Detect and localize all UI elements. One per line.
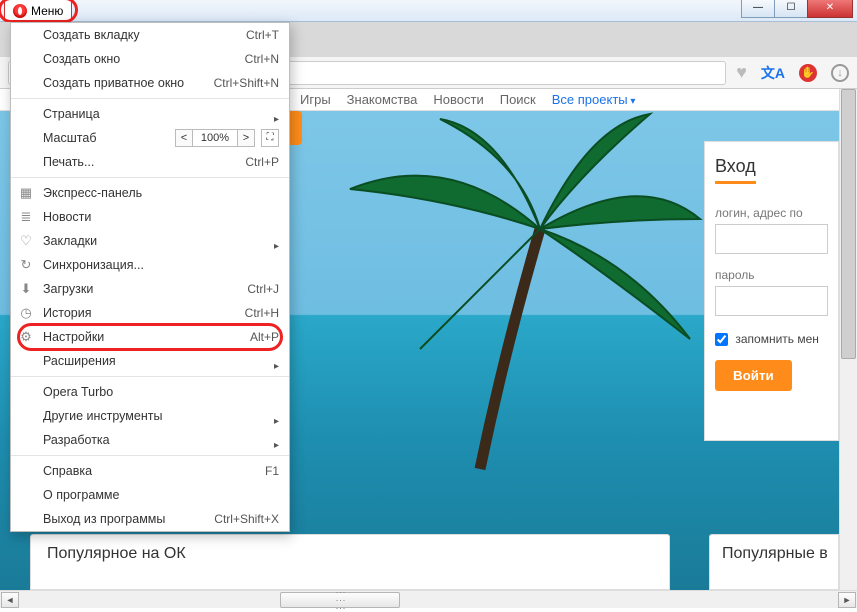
login-submit-button[interactable]: Войти (715, 360, 792, 391)
zoom-fullscreen-button[interactable]: ⛶ (261, 129, 279, 147)
scroll-right-button[interactable]: ► (838, 592, 856, 608)
scroll-left-button[interactable]: ◄ (1, 592, 19, 608)
menu-item-settings[interactable]: ⚙НастройкиAlt+P (11, 325, 289, 349)
remember-checkbox[interactable] (715, 333, 728, 346)
downloads-icon[interactable]: ↓ (831, 64, 849, 82)
menu-item-other-tools[interactable]: Другие инструменты (11, 404, 289, 428)
window-maximize-button[interactable]: ☐ (774, 0, 808, 18)
zoom-value: 100% (193, 129, 237, 147)
horizontal-scroll-thumb[interactable] (280, 592, 400, 608)
remember-label: запомнить мен (735, 332, 819, 346)
menu-item-zoom: Масштаб < 100% > ⛶ (11, 126, 289, 150)
popular-card-2: Популярные в (709, 534, 839, 590)
zoom-in-button[interactable]: > (237, 129, 255, 147)
menu-item-page[interactable]: Страница (11, 102, 289, 126)
window-titlebar: — ☐ ✕ ⛉ (0, 0, 857, 22)
opera-menu-label: Меню (31, 4, 63, 18)
gear-icon: ⚙ (18, 329, 34, 345)
opera-logo-icon (13, 4, 27, 18)
login-input[interactable] (715, 224, 828, 254)
nav-dating[interactable]: Знакомства (347, 92, 418, 107)
menu-item-exit[interactable]: Выход из программыCtrl+Shift+X (11, 507, 289, 531)
login-field-label: логин, адрес по (715, 206, 828, 220)
menu-item-new-tab[interactable]: Создать вкладкуCtrl+T (11, 23, 289, 47)
palm-tree-illustration (330, 109, 710, 489)
popular-card: Популярное на ОК (30, 534, 670, 590)
popular-title: Популярное на ОК (47, 545, 653, 563)
history-icon: ◷ (18, 305, 34, 321)
sync-icon: ↻ (18, 257, 34, 273)
vertical-scrollbar[interactable] (839, 89, 857, 590)
menu-item-about[interactable]: О программе (11, 483, 289, 507)
translate-icon[interactable]: 文A (761, 63, 785, 83)
menu-item-developer[interactable]: Разработка (11, 428, 289, 452)
menu-item-turbo[interactable]: Opera Turbo (11, 380, 289, 404)
window-close-button[interactable]: ✕ (807, 0, 853, 18)
password-field-label: пароль (715, 268, 828, 282)
vertical-scroll-thumb[interactable] (841, 89, 856, 359)
opera-main-menu: Создать вкладкуCtrl+T Создать окноCtrl+N… (10, 22, 290, 532)
menu-item-history[interactable]: ◷ИсторияCtrl+H (11, 301, 289, 325)
nav-search[interactable]: Поиск (500, 92, 536, 107)
nav-games[interactable]: Игры (300, 92, 331, 107)
menu-item-new-window[interactable]: Создать окноCtrl+N (11, 47, 289, 71)
horizontal-scrollbar[interactable]: ◄ ► (0, 590, 857, 608)
adblock-icon[interactable]: ✋ (799, 64, 817, 82)
menu-item-help[interactable]: СправкаF1 (11, 459, 289, 483)
login-title: Вход (715, 156, 756, 184)
menu-item-new-private-window[interactable]: Создать приватное окноCtrl+Shift+N (11, 71, 289, 95)
download-icon: ⬇ (18, 281, 34, 297)
menu-item-downloads[interactable]: ⬇ЗагрузкиCtrl+J (11, 277, 289, 301)
menu-item-bookmarks[interactable]: ♡Закладки (11, 229, 289, 253)
nav-all-projects[interactable]: Все проекты (552, 92, 636, 107)
menu-item-extensions[interactable]: Расширения (11, 349, 289, 373)
login-card: Вход логин, адрес по пароль запомнить ме… (704, 141, 839, 441)
menu-item-print[interactable]: Печать...Ctrl+P (11, 150, 289, 174)
opera-menu-button[interactable]: Меню (4, 0, 72, 22)
nav-news[interactable]: Новости (433, 92, 483, 107)
popular-title-2: Популярные в (722, 545, 826, 563)
grid-icon: ▦ (18, 185, 34, 201)
zoom-out-button[interactable]: < (175, 129, 193, 147)
window-minimize-button[interactable]: — (741, 0, 775, 18)
news-icon: ≣ (18, 209, 34, 225)
password-input[interactable] (715, 286, 828, 316)
menu-item-news[interactable]: ≣Новости (11, 205, 289, 229)
menu-item-sync[interactable]: ↻Синхронизация... (11, 253, 289, 277)
bookmark-heart-icon[interactable]: ♥ (736, 62, 747, 83)
heart-icon: ♡ (18, 233, 34, 249)
menu-item-speed-dial[interactable]: ▦Экспресс-панель (11, 181, 289, 205)
